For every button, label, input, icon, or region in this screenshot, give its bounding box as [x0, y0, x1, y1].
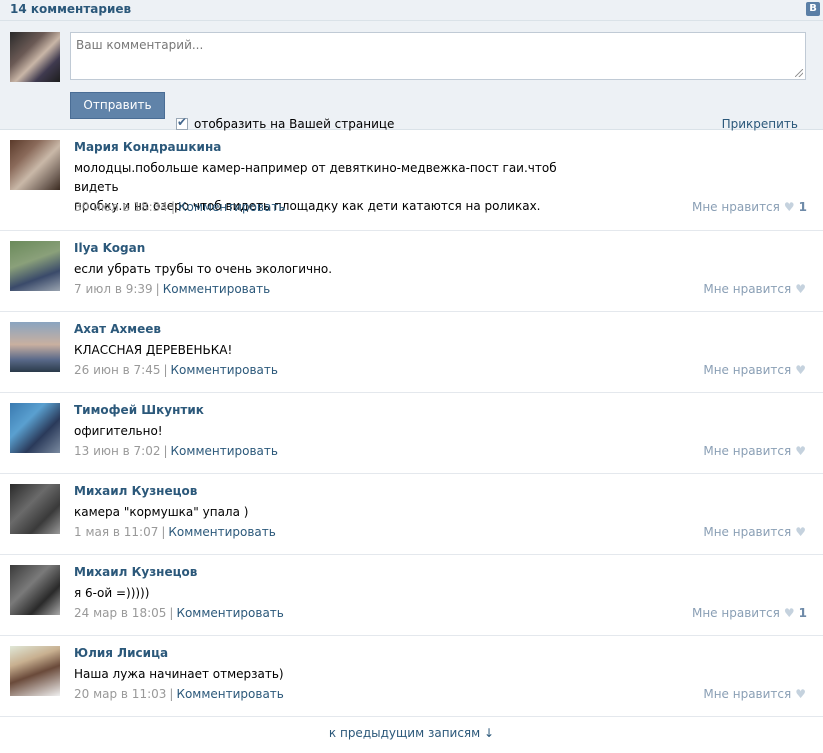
comment-input[interactable]: Ваш комментарий...: [70, 32, 806, 80]
comment-avatar[interactable]: [10, 322, 60, 372]
comment-text: офигительно!: [74, 422, 594, 441]
comment-author[interactable]: Мария Кондрашкина: [74, 140, 221, 154]
comment-item: Михаил Кузнецов камера "кормушка" упала )…: [0, 474, 823, 555]
comment-avatar[interactable]: [10, 140, 60, 190]
meta-separator: |: [163, 444, 168, 458]
comments-count: 14 комментариев: [10, 2, 132, 16]
comment-avatar[interactable]: [10, 241, 60, 291]
comment-date[interactable]: 30 июл в 18:34: [74, 200, 168, 214]
comment-date[interactable]: 1 мая в 11:07: [74, 525, 158, 539]
comment-text-line: Наша лужа начинает отмерзать): [74, 667, 284, 681]
comment-author[interactable]: Тимофей Шкунтик: [74, 403, 204, 417]
comment-text: я 6-ой =))))): [74, 584, 594, 603]
comment-text-line: КЛАССНАЯ ДЕРЕВЕНЬКА!: [74, 343, 233, 357]
comment-date[interactable]: 26 июн в 7:45: [74, 363, 160, 377]
comment-item: Ахат Ахмеев КЛАССНАЯ ДЕРЕВЕНЬКА! 26 июн в …: [0, 312, 823, 393]
comment-author[interactable]: Ilya Kogan: [74, 241, 145, 255]
comment-item: Михаил Кузнецов я 6-ой =))))) 24 мар в 18:…: [0, 555, 823, 636]
show-on-page-label[interactable]: отобразить на Вашей странице: [194, 117, 394, 131]
previous-posts-link[interactable]: к предыдущим записям ↓: [0, 726, 823, 740]
like-button[interactable]: Мне нравится ♥: [703, 444, 806, 458]
comment-avatar[interactable]: [10, 403, 60, 453]
meta-separator: |: [169, 606, 174, 620]
reply-link[interactable]: Комментировать: [171, 444, 278, 458]
comments-list: Мария Кондрашкина молодцы.побольше камер-…: [0, 130, 823, 717]
send-button[interactable]: Отправить: [70, 92, 165, 119]
like-label: Мне нравится: [703, 525, 792, 539]
like-button[interactable]: Мне нравится ♥: [703, 282, 806, 296]
reply-link[interactable]: Комментировать: [171, 363, 278, 377]
comment-text-line: я 6-ой =))))): [74, 586, 150, 600]
heart-icon: ♥: [795, 444, 806, 458]
comment-text: КЛАССНАЯ ДЕРЕВЕНЬКА!: [74, 341, 594, 360]
like-button[interactable]: Мне нравится ♥ 1: [692, 200, 807, 214]
vk-logo-icon[interactable]: В: [806, 2, 820, 16]
comment-meta: 20 мар в 11:03 | Комментировать: [74, 687, 284, 701]
resize-handle-icon[interactable]: [795, 69, 803, 77]
meta-separator: |: [163, 363, 168, 377]
comment-placeholder: Ваш комментарий...: [76, 38, 204, 52]
comments-header: 14 комментариев В: [0, 0, 823, 21]
comment-date[interactable]: 13 июн в 7:02: [74, 444, 160, 458]
comment-avatar[interactable]: [10, 484, 60, 534]
comment-text-line: если убрать трубы то очень экологично.: [74, 262, 333, 276]
comment-author[interactable]: Михаил Кузнецов: [74, 484, 197, 498]
like-label: Мне нравится: [691, 200, 780, 214]
like-button[interactable]: Мне нравится ♥: [703, 363, 806, 377]
comment-meta: 26 июн в 7:45 | Комментировать: [74, 363, 278, 377]
reply-link[interactable]: Комментировать: [163, 282, 270, 296]
comment-text-line: молодцы.побольше камер-например от девят…: [74, 161, 557, 194]
comment-date[interactable]: 7 июл в 9:39: [74, 282, 153, 296]
meta-separator: |: [161, 525, 166, 539]
heart-icon: ♥: [783, 606, 795, 620]
comment-composer: Ваш комментарий... Отправить отобразить …: [0, 21, 823, 131]
like-count: 1: [798, 200, 807, 214]
meta-separator: |: [169, 687, 174, 701]
comment-avatar[interactable]: [10, 565, 60, 615]
comment-meta: 1 мая в 11:07 | Комментировать: [74, 525, 276, 539]
meta-separator: |: [170, 200, 175, 214]
comment-meta: 30 июл в 18:34 | Комментировать: [74, 200, 285, 214]
like-count: 1: [798, 606, 807, 620]
comment-text: Наша лужа начинает отмерзать): [74, 665, 594, 684]
heart-icon: ♥: [795, 363, 806, 377]
comment-text-line: камера "кормушка" упала ): [74, 505, 249, 519]
comment-text: камера "кормушка" упала ): [74, 503, 594, 522]
comment-meta: 24 мар в 18:05 | Комментировать: [74, 606, 284, 620]
comment-item: Мария Кондрашкина молодцы.побольше камер-…: [0, 130, 823, 231]
comment-item: Юлия Лисица Наша лужа начинает отмерзать)…: [0, 636, 823, 717]
comment-item: Ilya Kogan если убрать трубы то очень эко…: [0, 231, 823, 312]
reply-link[interactable]: Комментировать: [168, 525, 275, 539]
like-label: Мне нравится: [691, 606, 780, 620]
comment-date[interactable]: 20 мар в 11:03: [74, 687, 166, 701]
like-label: Мне нравится: [703, 282, 792, 296]
reply-link[interactable]: Комментировать: [176, 606, 283, 620]
reply-link[interactable]: Комментировать: [176, 687, 283, 701]
comment-author[interactable]: Михаил Кузнецов: [74, 565, 197, 579]
show-on-page-checkbox[interactable]: [176, 115, 188, 130]
like-label: Мне нравится: [703, 444, 792, 458]
heart-icon: ♥: [795, 525, 806, 539]
my-avatar[interactable]: [10, 32, 60, 82]
comment-author[interactable]: Юлия Лисица: [74, 646, 168, 660]
comment-text-line: офигительно!: [74, 424, 163, 438]
reply-link[interactable]: Комментировать: [178, 200, 285, 214]
comment-item: Тимофей Шкунтик офигительно! 13 июн в 7:02…: [0, 393, 823, 474]
comment-avatar[interactable]: [10, 646, 60, 696]
meta-separator: |: [155, 282, 160, 296]
like-button[interactable]: Мне нравится ♥: [703, 687, 806, 701]
attach-link[interactable]: Прикрепить: [722, 117, 798, 131]
like-button[interactable]: Мне нравится ♥ 1: [692, 606, 807, 620]
comment-author[interactable]: Ахат Ахмеев: [74, 322, 161, 336]
heart-icon: ♥: [783, 200, 795, 214]
comment-date[interactable]: 24 мар в 18:05: [74, 606, 166, 620]
heart-icon: ♥: [795, 282, 806, 296]
like-button[interactable]: Мне нравится ♥: [703, 525, 806, 539]
comment-meta: 13 июн в 7:02 | Комментировать: [74, 444, 278, 458]
like-label: Мне нравится: [703, 363, 792, 377]
comment-meta: 7 июл в 9:39 | Комментировать: [74, 282, 270, 296]
like-label: Мне нравится: [703, 687, 792, 701]
comment-text: если убрать трубы то очень экологично.: [74, 260, 594, 279]
heart-icon: ♥: [795, 687, 806, 701]
